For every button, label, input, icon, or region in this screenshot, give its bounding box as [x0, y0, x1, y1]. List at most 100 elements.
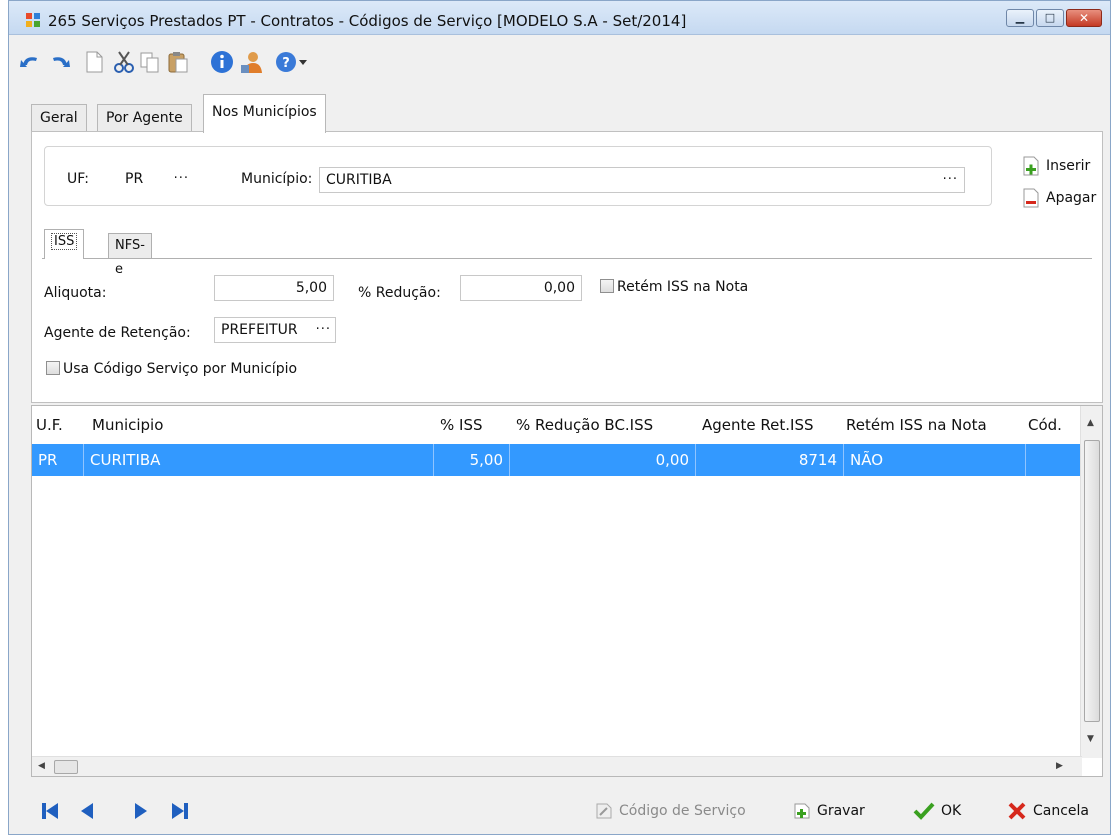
- retem-iss-box[interactable]: [600, 279, 614, 293]
- tab-nos-municipios[interactable]: Nos Municípios: [203, 94, 326, 133]
- aliquota-input[interactable]: 5,00: [214, 275, 334, 301]
- inserir-button[interactable]: Inserir: [1022, 156, 1090, 176]
- ok-button[interactable]: OK: [913, 802, 961, 820]
- minimize-icon: ▁: [1015, 11, 1025, 24]
- cancel-icon: [1008, 802, 1026, 820]
- municipio-label: Município:: [241, 171, 313, 187]
- codigo-servico-label: Código de Serviço: [619, 803, 746, 819]
- municipios-grid: U.F. Municipio % ISS % Redução BC.ISS Ag…: [31, 405, 1103, 777]
- scroll-up-icon[interactable]: ▲: [1087, 418, 1094, 428]
- iss-panel: Aliquota: 5,00 % Redução: 0,00 Retém ISS…: [42, 258, 1092, 398]
- column-municipio[interactable]: Municipio: [92, 416, 163, 434]
- municipios-panel: UF: PR ··· Município: CURITIBA ··· Inser…: [31, 131, 1103, 403]
- paste-icon[interactable]: [165, 49, 191, 75]
- horizontal-scroll-thumb[interactable]: [54, 760, 78, 774]
- municipio-value: CURITIBA: [326, 172, 392, 188]
- cell-reducao-bc: 0,00: [510, 444, 696, 476]
- grid-header: U.F. Municipio % ISS % Redução BC.ISS Ag…: [32, 406, 1082, 442]
- close-icon: ✕: [1078, 11, 1090, 25]
- agente-label: Agente de Retenção:: [44, 325, 191, 341]
- aliquota-label: Aliquota:: [44, 285, 107, 301]
- main-window: 265 Serviços Prestados PT - Contratos - …: [8, 0, 1111, 835]
- next-record-icon[interactable]: [129, 801, 151, 821]
- previous-record-icon[interactable]: [77, 801, 99, 821]
- app-icon: [26, 13, 40, 27]
- ok-label: OK: [941, 803, 962, 819]
- uf-value: PR: [125, 171, 144, 187]
- uf-lookup-icon[interactable]: ···: [174, 167, 189, 191]
- tab-geral[interactable]: Geral: [31, 104, 87, 132]
- delete-icon: [1023, 188, 1039, 208]
- help-icon[interactable]: ?: [273, 49, 299, 75]
- vertical-scrollbar[interactable]: ▲ ▼: [1080, 406, 1102, 758]
- cell-cod: [1026, 444, 1082, 476]
- usa-codigo-checkbox[interactable]: Usa Código Serviço por Município: [46, 361, 297, 377]
- cell-retem-iss: NÃO: [844, 444, 1026, 476]
- municipio-lookup-icon[interactable]: ···: [943, 168, 958, 192]
- svg-text:?: ?: [282, 56, 290, 71]
- scroll-left-icon[interactable]: ◀: [38, 761, 45, 771]
- user-icon[interactable]: [239, 49, 265, 75]
- column-uf[interactable]: U.F.: [36, 416, 63, 434]
- chevron-down-icon[interactable]: [297, 49, 309, 75]
- vertical-scroll-thumb[interactable]: [1084, 440, 1100, 722]
- column-cod[interactable]: Cód.: [1028, 416, 1062, 434]
- scroll-right-icon[interactable]: ▶: [1056, 761, 1063, 771]
- window-title: 265 Serviços Prestados PT - Contratos - …: [48, 12, 687, 30]
- new-document-icon[interactable]: [81, 49, 107, 75]
- cancela-label: Cancela: [1033, 803, 1090, 819]
- cell-iss: 5,00: [434, 444, 510, 476]
- gravar-label: Gravar: [817, 803, 865, 819]
- title-bar: 265 Serviços Prestados PT - Contratos - …: [9, 1, 1110, 35]
- column-iss[interactable]: % ISS: [440, 416, 483, 434]
- usa-codigo-box[interactable]: [46, 361, 60, 375]
- cancela-button[interactable]: Cancela: [1007, 802, 1089, 820]
- tab-iss[interactable]: ISS: [44, 229, 85, 259]
- tab-iss-label: ISS: [51, 233, 78, 250]
- uf-field[interactable]: PR ···: [119, 167, 195, 193]
- retem-iss-label: Retém ISS na Nota: [617, 279, 749, 295]
- reducao-label: % Redução:: [358, 285, 441, 301]
- cell-uf: PR: [32, 444, 84, 476]
- info-icon[interactable]: [209, 49, 235, 75]
- insert-icon: [1023, 156, 1039, 176]
- agente-field[interactable]: PREFEITUR ···: [214, 317, 336, 343]
- close-button[interactable]: ✕: [1066, 9, 1102, 27]
- municipio-field[interactable]: CURITIBA ···: [319, 167, 965, 193]
- bottom-bar: Código de Serviço Gravar OK Cancela: [9, 785, 1110, 835]
- scroll-down-icon[interactable]: ▼: [1087, 734, 1094, 744]
- apagar-label: Apagar: [1046, 190, 1097, 206]
- save-icon: [794, 803, 810, 819]
- maximize-icon: □: [1044, 11, 1056, 24]
- codigo-servico-button[interactable]: Código de Serviço: [595, 802, 746, 820]
- tab-por-agente[interactable]: Por Agente: [97, 104, 192, 132]
- usa-codigo-label: Usa Código Serviço por Município: [63, 361, 298, 377]
- table-row[interactable]: PR CURITIBA 5,00 0,00 8714 NÃO: [32, 444, 1082, 476]
- minimize-button[interactable]: ▁: [1006, 9, 1034, 27]
- column-retem-iss[interactable]: Retém ISS na Nota: [846, 416, 987, 434]
- horizontal-scrollbar[interactable]: ◀ ▶: [32, 756, 1082, 776]
- gravar-button[interactable]: Gravar: [793, 802, 865, 820]
- agente-lookup-icon[interactable]: ···: [316, 318, 331, 342]
- last-record-icon[interactable]: [169, 801, 191, 821]
- tab-nfse[interactable]: NFS-e: [108, 233, 152, 277]
- check-icon: [913, 802, 935, 820]
- first-record-icon[interactable]: [39, 801, 61, 821]
- undo-icon[interactable]: [17, 49, 43, 75]
- agente-value: PREFEITUR: [221, 322, 298, 338]
- maximize-button[interactable]: □: [1036, 9, 1064, 27]
- toolbar: ?: [9, 49, 1110, 89]
- column-reducao-bc[interactable]: % Redução BC.ISS: [516, 416, 653, 434]
- reducao-input[interactable]: 0,00: [460, 275, 582, 301]
- redo-icon[interactable]: [47, 49, 73, 75]
- copy-icon[interactable]: [137, 49, 163, 75]
- inserir-label: Inserir: [1046, 158, 1091, 174]
- cut-icon[interactable]: [111, 49, 137, 75]
- uf-label: UF:: [67, 171, 89, 187]
- apagar-button[interactable]: Apagar: [1022, 188, 1096, 208]
- column-agente-ret[interactable]: Agente Ret.ISS: [702, 416, 814, 434]
- retem-iss-checkbox[interactable]: Retém ISS na Nota: [600, 279, 748, 295]
- edit-document-icon: [596, 803, 612, 819]
- cell-municipio: CURITIBA: [84, 444, 434, 476]
- cell-agente-ret: 8714: [696, 444, 844, 476]
